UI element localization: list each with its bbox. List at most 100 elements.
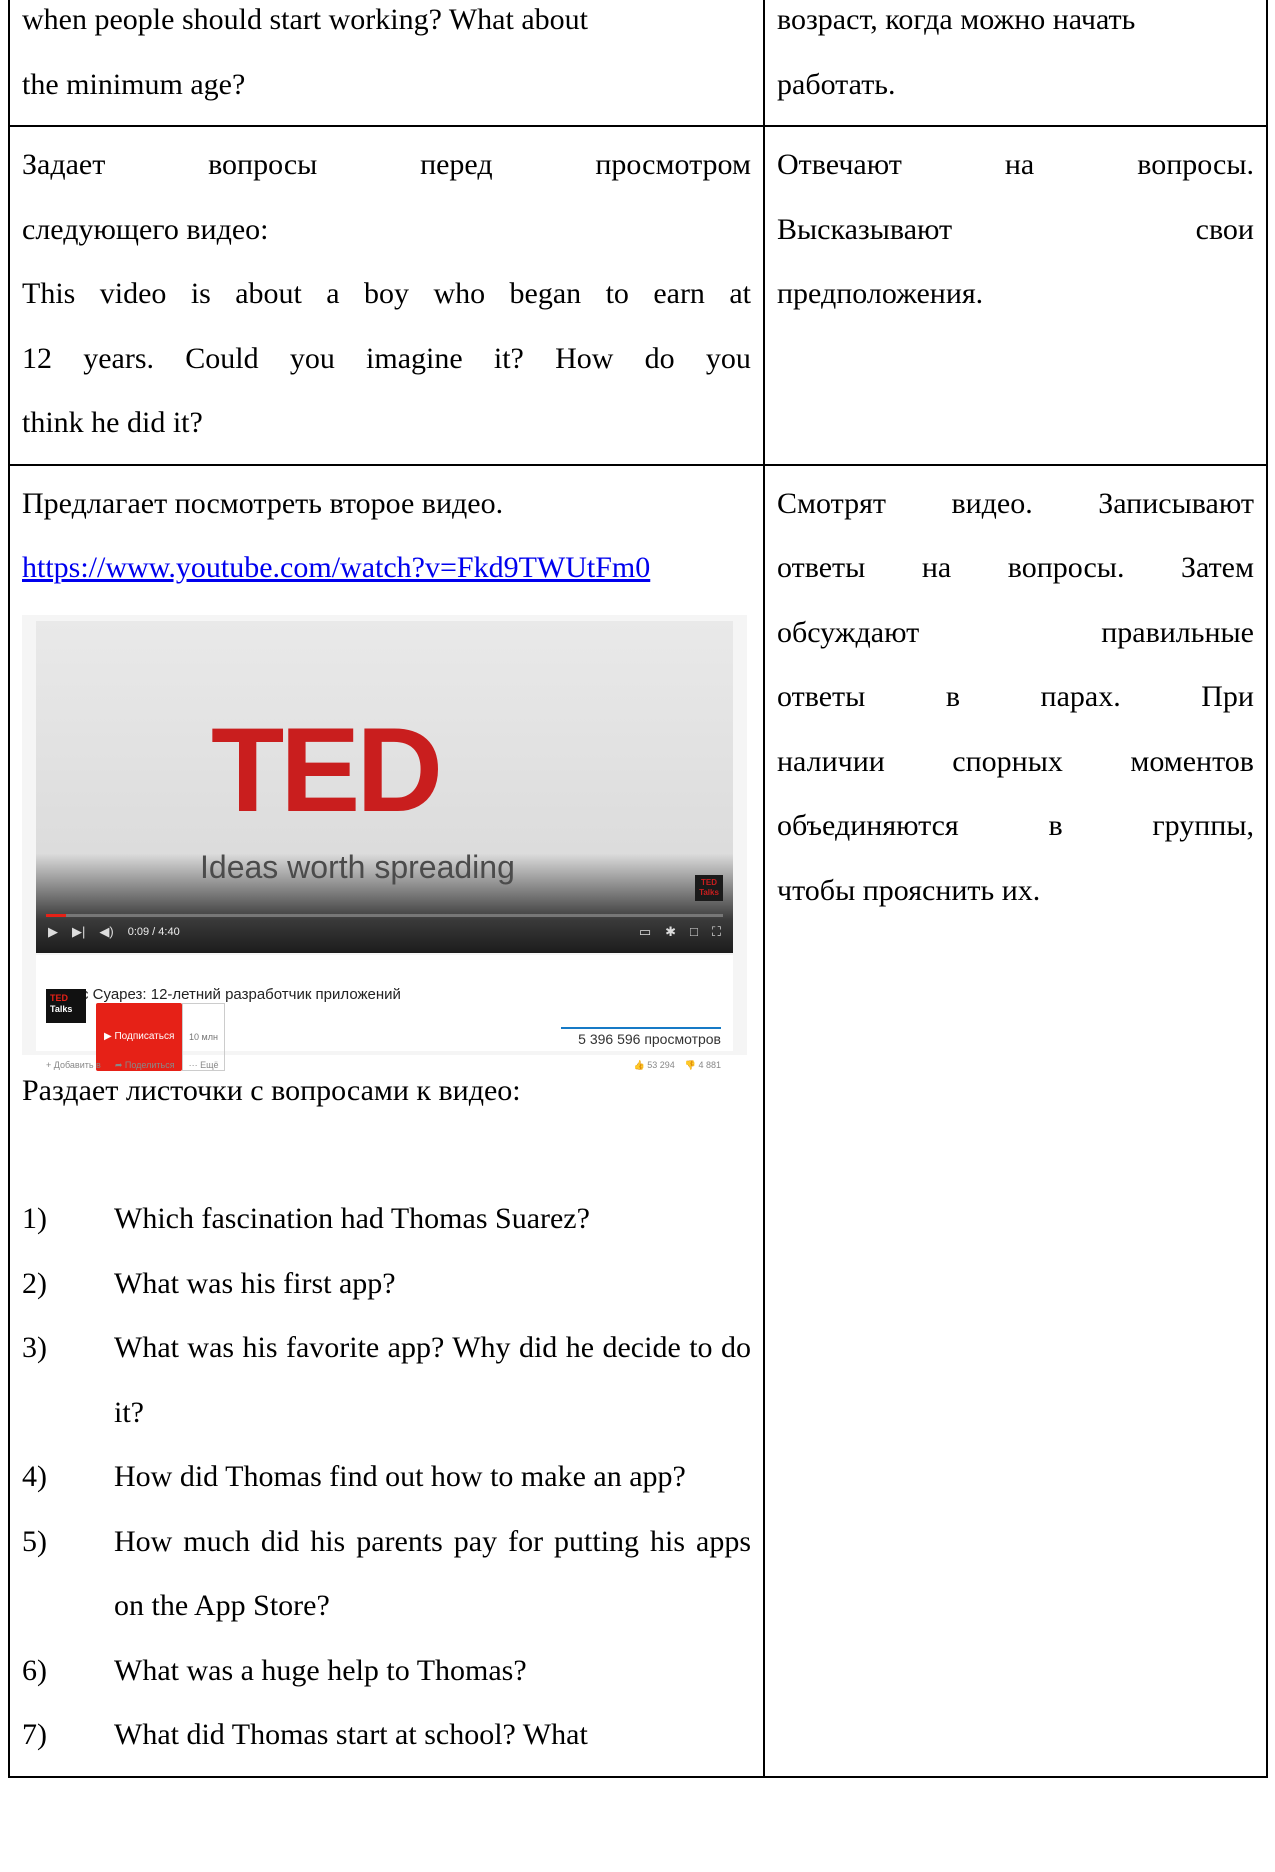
question-number: 6) [22, 1653, 47, 1687]
word: Отвечают [777, 148, 902, 181]
student-cell: Отвечают на вопросы. Высказывают свои предп… [763, 125, 1268, 466]
word: на [921, 551, 952, 584]
word: ответы [777, 680, 866, 713]
word: видео. [951, 486, 1033, 520]
table-row: Предлагает посмотреть второе видео. http… [8, 463, 1268, 1778]
question-number: 1) [22, 1202, 47, 1235]
word: you [705, 341, 751, 375]
word: is [190, 277, 211, 310]
word: моментов [1130, 744, 1254, 778]
word: парах. [1040, 680, 1121, 713]
text-line: наличии спорных моментов [777, 730, 1254, 795]
lesson-table: when people should start working? What a… [8, 0, 1268, 1778]
channel-avatar[interactable]: TED Talks [46, 988, 86, 1023]
text-line: when people should start working? What a… [22, 3, 588, 36]
ted-tagline: Ideas worth spreading [200, 848, 515, 885]
text-line: следующего видео: [22, 212, 269, 246]
student-cell: Смотрят видео. Записывают ответы на вопросы.… [763, 463, 1268, 1778]
dislike-button[interactable]: 👎 4 881 [685, 1033, 721, 1098]
add-to-button[interactable]: + Добавить в [46, 1033, 101, 1098]
word: boy [364, 277, 410, 310]
question-text: What was a huge help to Thomas? [114, 1653, 527, 1687]
question-text: How did Thomas find out how to make an a… [114, 1460, 686, 1493]
word: This [22, 277, 76, 310]
question-text: What was his first app? [114, 1266, 396, 1300]
text-line: ответы на вопросы. Затем [777, 536, 1254, 601]
question-item: 4) How did Thomas find out how to make an… [22, 1445, 751, 1510]
text-line: объединяются в группы, [777, 794, 1254, 859]
word: свои [1195, 212, 1254, 246]
ted-badge: TED Talks [695, 874, 723, 901]
table-row: Задает вопросы перед просмотром следующего … [8, 125, 1268, 466]
video-meta: Томас Суарез: 12-летний разработчик прил… [36, 954, 733, 1071]
video-link[interactable]: https://www.youtube.com/watch?v=Fkd9TWUt… [22, 536, 751, 601]
question-item: 6) What was a huge help to Thomas? [22, 1639, 751, 1704]
text-line: Задает вопросы перед просмотром [22, 133, 751, 198]
ted-logo: TED [211, 702, 443, 837]
word: правильные [1101, 615, 1254, 649]
word: наличии [777, 744, 885, 778]
like-counts: 👍 53 294 👎 4 881 [634, 1033, 722, 1098]
text-line: the minimum age? [22, 67, 246, 101]
text-line: Предлагает посмотреть второе видео. [22, 486, 504, 520]
question-text: How much did his parents pay for putting… [114, 1524, 751, 1623]
word: вопросы. [1007, 551, 1125, 584]
question-text: Which fascination had Thomas Suarez? [114, 1202, 590, 1235]
text-line: ответы в парах. При [777, 665, 1254, 730]
text-line: Высказывают свои [777, 198, 1254, 263]
word: просмотром [595, 148, 751, 181]
word: video [99, 277, 167, 310]
like-ratio-bar [561, 1026, 721, 1029]
more-button[interactable]: ··· Ещё [189, 1033, 219, 1098]
word: about [235, 277, 302, 310]
word: a [326, 277, 340, 310]
word: вопросы [208, 148, 318, 181]
word: earn [653, 277, 705, 310]
teacher-cell: when people should start working? What a… [8, 0, 765, 127]
text-line: Смотрят видео. Записывают [777, 472, 1254, 537]
question-number: 3) [22, 1331, 47, 1364]
share-button[interactable]: ➦ Поделиться [115, 1033, 175, 1098]
word: При [1201, 680, 1254, 713]
player-controls: ▶ ▶| ◀) 0:09 / 4:40 ▭ ✱ □ ⛶ [48, 921, 721, 945]
word: to [605, 277, 629, 310]
word: imagine [366, 341, 463, 375]
question-number: 5) [22, 1524, 47, 1558]
word: объединяются [777, 809, 959, 842]
word: you [289, 341, 335, 375]
teacher-cell: Предлагает посмотреть второе видео. http… [8, 463, 765, 1778]
text-line: предположения. [777, 277, 984, 310]
word: Смотрят [777, 486, 886, 520]
question-item: 1) Which fascination had Thomas Suarez? [22, 1187, 751, 1252]
question-number: 4) [22, 1460, 47, 1493]
text-line: think he did it? [22, 406, 203, 439]
word: Could [185, 341, 259, 375]
word: вопросы. [1137, 148, 1254, 181]
question-number: 7) [22, 1718, 47, 1751]
word: do [644, 341, 675, 375]
like-button[interactable]: 👍 53 294 [634, 1033, 675, 1098]
student-cell: возраст, когда можно начать работать. [763, 0, 1268, 127]
video-screenshot[interactable]: TED Ideas worth spreading TED Talks ▶ ▶|… [22, 614, 747, 1071]
word: на [1004, 148, 1035, 181]
word: it? [493, 341, 524, 375]
table-row: when people should start working? What a… [8, 0, 1268, 127]
word: Задает [22, 148, 106, 181]
word: в [945, 680, 960, 713]
text-line: обсуждают правильные [777, 601, 1254, 666]
word: группы, [1152, 809, 1254, 842]
video-player[interactable]: TED Ideas worth spreading TED Talks ▶ ▶|… [36, 620, 733, 953]
question-item: 3) What was his favorite app? Why did he … [22, 1316, 751, 1445]
word: How [555, 341, 614, 375]
word: who [433, 277, 486, 310]
question-item: 2) What was his first app? [22, 1252, 751, 1317]
word: began [509, 277, 582, 310]
word: years. [83, 341, 155, 375]
word: спорных [952, 744, 1063, 778]
word: в [1048, 809, 1063, 842]
text-line: Отвечают на вопросы. [777, 133, 1254, 198]
video-actions: + Добавить в ➦ Поделиться ··· Ещё [46, 1033, 219, 1098]
question-list: 1) Which fascination had Thomas Suarez? 2)… [22, 1187, 751, 1768]
word: at [729, 277, 751, 310]
